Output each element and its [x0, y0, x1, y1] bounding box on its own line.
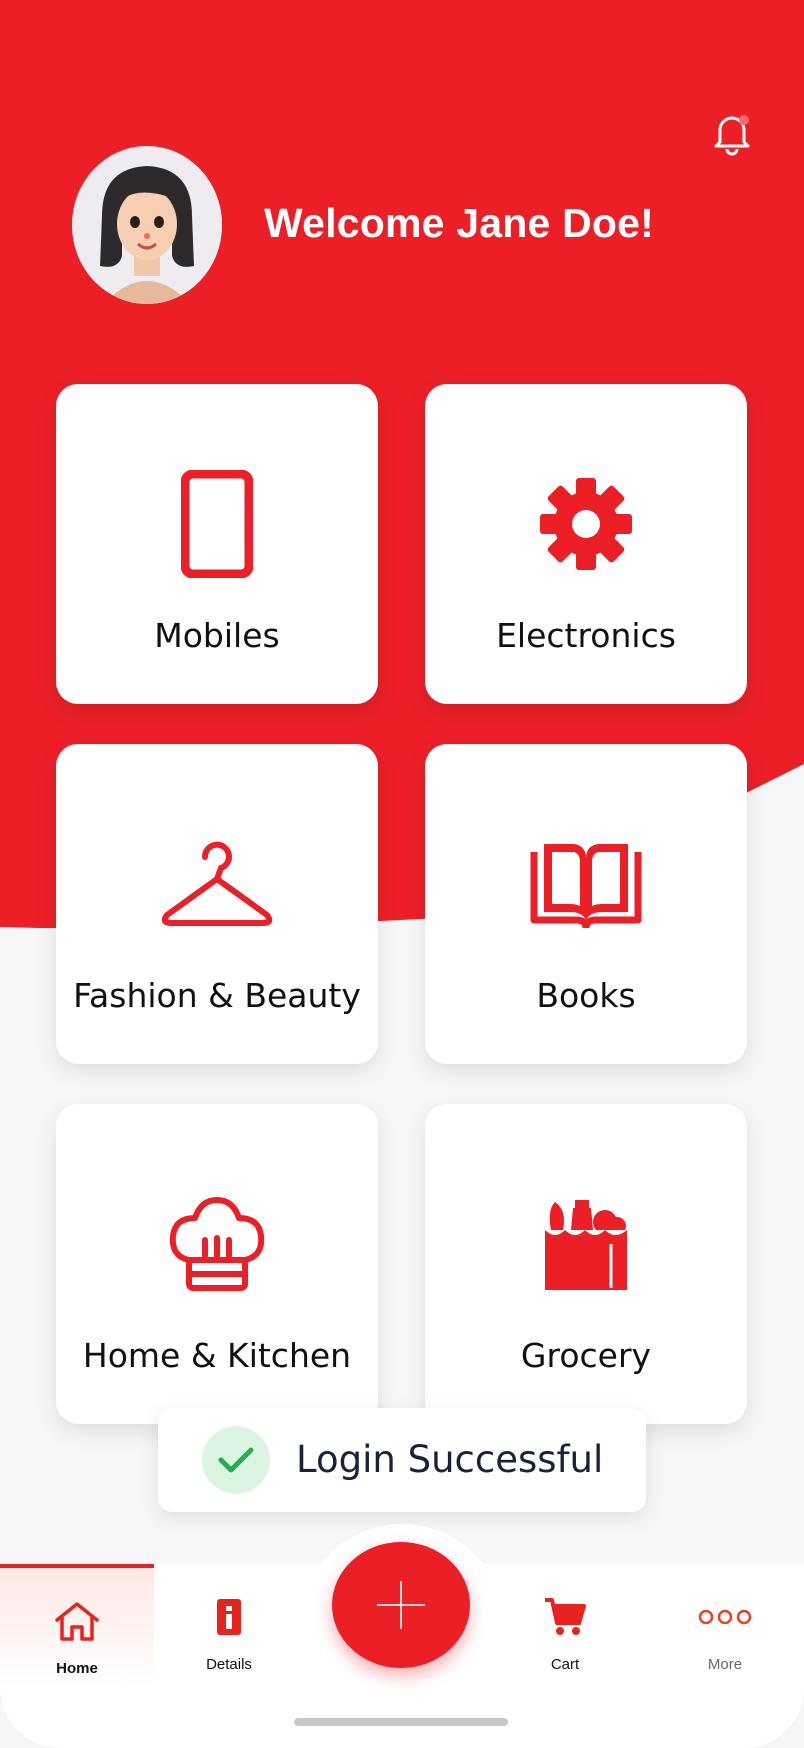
chef-hat-icon — [56, 1184, 378, 1304]
add-button[interactable] — [332, 1542, 470, 1668]
hanger-icon — [56, 824, 378, 944]
category-card-books[interactable]: Books — [425, 744, 747, 1064]
notification-bell-icon[interactable] — [706, 108, 758, 160]
nav-home[interactable]: Home — [0, 1564, 154, 1688]
category-label: Mobiles — [154, 616, 280, 655]
more-icon — [697, 1592, 753, 1642]
category-card-grocery[interactable]: Grocery — [425, 1104, 747, 1424]
toast-message: Login Successful — [296, 1438, 604, 1481]
book-icon — [425, 824, 747, 944]
nav-details-label: Details — [206, 1656, 252, 1673]
plus-icon — [377, 1581, 425, 1629]
home-icon — [53, 1596, 101, 1646]
nav-more-label: More — [707, 1656, 743, 1673]
nav-more[interactable]: More — [648, 1564, 802, 1688]
login-toast: Login Successful — [158, 1408, 646, 1512]
home-indicator[interactable] — [294, 1718, 508, 1726]
check-icon — [202, 1426, 270, 1494]
category-card-fashion-beauty[interactable]: Fashion & Beauty — [56, 744, 378, 1064]
avatar[interactable] — [72, 146, 222, 304]
gear-icon — [425, 464, 747, 584]
nav-cart[interactable]: Cart — [488, 1564, 642, 1688]
welcome-title: Welcome Jane Doe! — [264, 200, 654, 246]
grocery-bag-icon — [425, 1184, 747, 1304]
category-card-mobiles[interactable]: Mobiles — [56, 384, 378, 704]
category-label: Grocery — [520, 1336, 652, 1375]
app-screen: Welcome Jane Doe! Mobiles Electronics Fa… — [0, 0, 804, 1748]
details-icon — [215, 1592, 243, 1642]
category-card-electronics[interactable]: Electronics — [425, 384, 747, 704]
category-label: Fashion & Beauty — [73, 976, 361, 1015]
category-label: Books — [536, 976, 636, 1015]
nav-cart-label: Cart — [550, 1656, 580, 1673]
category-label: Electronics — [496, 616, 676, 655]
cart-icon — [543, 1592, 587, 1642]
category-label: Home & Kitchen — [82, 1336, 352, 1375]
nav-home-label: Home — [56, 1660, 98, 1677]
nav-details[interactable]: Details — [152, 1564, 306, 1688]
mobile-icon — [56, 464, 378, 584]
category-card-home-kitchen[interactable]: Home & Kitchen — [56, 1104, 378, 1424]
